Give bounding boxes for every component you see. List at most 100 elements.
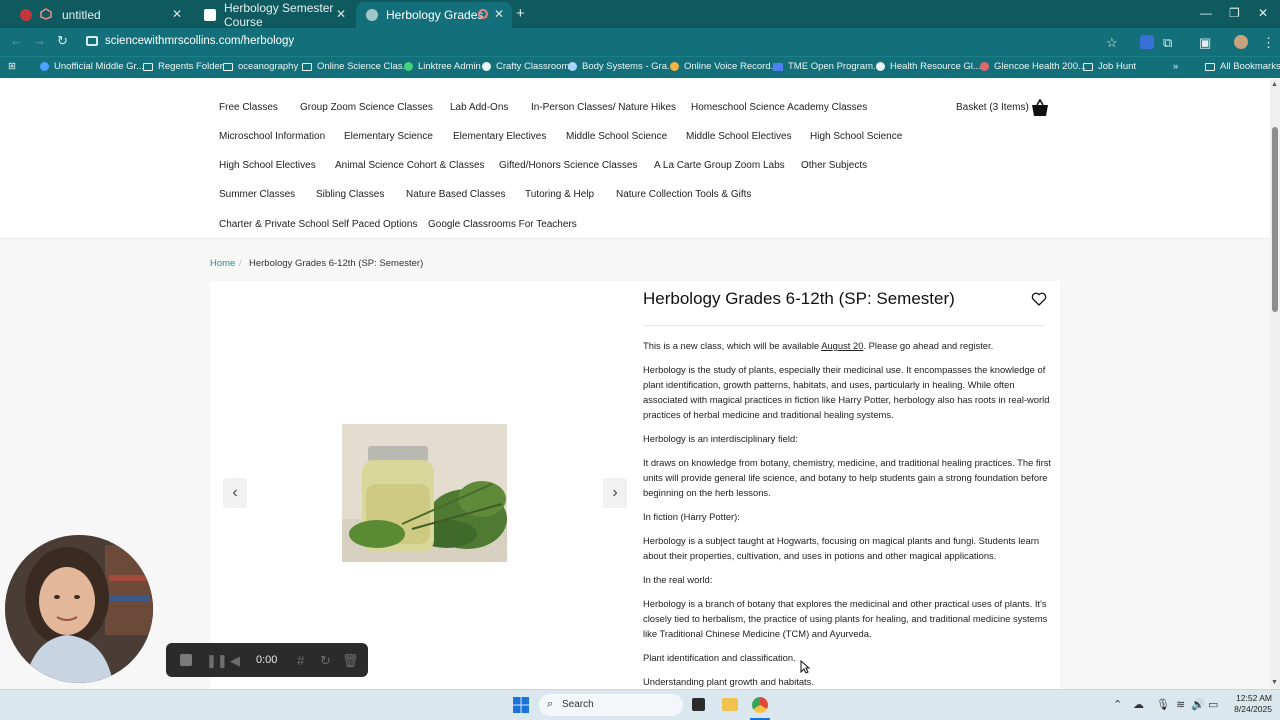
reload-icon[interactable]: ↻	[57, 33, 68, 49]
taskbar-search[interactable]: ⌕ Search	[539, 694, 683, 716]
profile-avatar-icon[interactable]	[1234, 35, 1248, 49]
basket-link[interactable]: Basket (3 Items)	[956, 102, 1029, 113]
browser-tab-bar: untitled ✕ Herbology Semester Course ✕ H…	[0, 0, 1280, 29]
nav-middle-school-electives[interactable]: Middle School Electives	[686, 131, 792, 142]
bookmark-folder[interactable]: oceanography	[223, 61, 298, 72]
windows-start-icon[interactable]	[513, 697, 529, 713]
breadcrumb-separator: /	[239, 258, 242, 269]
extensions-puzzle-icon[interactable]: ⧉	[1163, 35, 1172, 51]
back-icon[interactable]: ←	[10, 33, 23, 48]
bookmark-item[interactable]: Online Voice Record...	[670, 61, 779, 72]
site-navigation: Free Classes Group Zoom Science Classes …	[0, 79, 1270, 239]
nav-lab-addons[interactable]: Lab Add-Ons	[450, 102, 508, 113]
tab-herbology-grades[interactable]: Herbology Grades 6-12th (S ✕	[356, 2, 512, 28]
task-view-icon[interactable]	[692, 698, 705, 711]
address-bar[interactable]: sciencewithmrscollins.com/herbology	[80, 31, 1130, 53]
nav-google-classrooms[interactable]: Google Classrooms For Teachers	[428, 219, 577, 230]
nav-a-la-carte[interactable]: A La Carte Group Zoom Labs	[654, 160, 785, 171]
scroll-thumb[interactable]	[1272, 127, 1278, 312]
nav-group-zoom[interactable]: Group Zoom Science Classes	[300, 102, 433, 113]
file-explorer-icon[interactable]	[722, 698, 738, 711]
nav-elementary-electives[interactable]: Elementary Electives	[453, 131, 546, 142]
recording-timer: 0:00	[256, 654, 278, 666]
tab-close-icon[interactable]: ✕	[336, 7, 346, 21]
nav-other-subjects[interactable]: Other Subjects	[801, 160, 867, 171]
tray-overflow-icon[interactable]: ⌃	[1113, 698, 1122, 711]
menu-icon[interactable]: ⋮	[1262, 35, 1275, 51]
nav-gifted-honors[interactable]: Gifted/Honors Science Classes	[499, 160, 637, 171]
pause-icon[interactable]: ❚❚	[206, 653, 228, 669]
tab-herbology-semester-course[interactable]: Herbology Semester Course ✕	[194, 1, 354, 29]
draw-icon[interactable]: #	[297, 653, 304, 668]
nav-middle-school-science[interactable]: Middle School Science	[566, 131, 667, 142]
nav-summer-classes[interactable]: Summer Classes	[219, 189, 295, 200]
bookmark-folder[interactable]: Online Science Clas...	[302, 61, 410, 72]
restart-icon[interactable]: ↻	[320, 653, 331, 669]
nav-free-classes[interactable]: Free Classes	[219, 102, 278, 113]
more-bookmarks-icon[interactable]: »	[1173, 61, 1178, 72]
stop-icon[interactable]	[180, 654, 192, 666]
carousel-prev-button[interactable]: ‹	[223, 478, 247, 508]
windows-taskbar: ⌕ Search ⌃ ☁ 🎙 ≋ 🔊 ▭ 12:52 AM 8/24/2025	[0, 689, 1280, 720]
volume-icon[interactable]: 🔊	[1191, 698, 1205, 711]
apps-grid-icon[interactable]: ⊞	[8, 61, 16, 72]
microphone-icon[interactable]: 🎙	[1156, 698, 1170, 711]
bookmark-item[interactable]: Body Systems - Gra...	[568, 61, 675, 72]
rewind-icon[interactable]: ◀	[230, 653, 240, 669]
web-page: Free Classes Group Zoom Science Classes …	[0, 79, 1270, 689]
screen-recorder-bar: ❚❚ ◀ 0:00 # ↻ 🗑	[166, 643, 368, 677]
bookmark-item[interactable]: Glencoe Health 200...	[980, 61, 1086, 72]
minimize-icon[interactable]: —	[1200, 6, 1212, 20]
tab-title: Herbology Grades 6-12th (S	[386, 8, 486, 22]
nav-high-school-science[interactable]: High School Science	[810, 131, 902, 142]
carousel-next-button[interactable]: ›	[603, 478, 627, 508]
wishlist-heart-icon[interactable]	[1031, 291, 1047, 307]
product-paragraph: In fiction (Harry Potter):	[643, 511, 740, 522]
nav-charter-private[interactable]: Charter & Private School Self Paced Opti…	[219, 219, 417, 230]
restore-icon[interactable]: ❐	[1229, 6, 1240, 20]
tab-untitled[interactable]: untitled ✕	[10, 2, 190, 28]
bookmark-item[interactable]: Unofficial Middle Gr...	[40, 61, 144, 72]
bookmark-item[interactable]: TME Open Program...	[773, 61, 881, 72]
nav-high-school-electives[interactable]: High School Electives	[219, 160, 316, 171]
battery-icon[interactable]: ▭	[1208, 698, 1218, 711]
bookmark-item[interactable]: Health Resource Gl...	[876, 61, 981, 72]
bookmark-item[interactable]: Linktree Admin	[404, 61, 481, 72]
tab-close-icon[interactable]: ✕	[172, 7, 182, 21]
bookmark-folder[interactable]: Job Hunt	[1083, 61, 1136, 72]
nav-microschool[interactable]: Microschool Information	[219, 131, 325, 142]
tab-search-icon[interactable]: ▣	[1199, 35, 1211, 51]
page-scrollbar[interactable]: ▲ ▼	[1270, 79, 1280, 689]
webcam-presenter-image	[5, 535, 153, 683]
breadcrumb-current: Herbology Grades 6-12th (SP: Semester)	[249, 258, 424, 269]
extension-icon[interactable]	[1140, 35, 1154, 49]
scroll-up-icon[interactable]: ▲	[1271, 81, 1278, 88]
bookmark-item[interactable]: Crafty Classroom	[482, 61, 569, 72]
onedrive-icon[interactable]: ☁	[1133, 698, 1144, 711]
delete-icon[interactable]: 🗑	[342, 653, 359, 669]
site-info-icon[interactable]	[86, 36, 98, 46]
nav-animal-science[interactable]: Animal Science Cohort & Classes	[335, 160, 485, 171]
product-paragraph: In the real world:	[643, 574, 713, 585]
system-clock[interactable]: 12:52 AM 8/24/2025	[1222, 693, 1272, 715]
nav-tutoring[interactable]: Tutoring & Help	[525, 189, 594, 200]
breadcrumb-home[interactable]: Home	[210, 258, 235, 269]
chrome-icon[interactable]	[752, 697, 768, 713]
nav-nature-collection[interactable]: Nature Collection Tools & Gifts	[616, 189, 751, 200]
bookmark-star-icon[interactable]: ☆	[1106, 35, 1118, 51]
nav-nature-based[interactable]: Nature Based Classes	[406, 189, 506, 200]
new-tab-icon[interactable]: +	[516, 5, 525, 22]
nav-homeschool-academy[interactable]: Homeschool Science Academy Classes	[691, 102, 867, 113]
forward-icon[interactable]: →	[33, 33, 46, 48]
product-paragraph: Understanding plant growth and habitats.	[643, 676, 814, 687]
nav-in-person[interactable]: In-Person Classes/ Nature Hikes	[531, 102, 676, 113]
window-close-icon[interactable]: ✕	[1258, 6, 1268, 20]
tab-close-icon[interactable]: ✕	[494, 7, 504, 21]
nav-elementary-science[interactable]: Elementary Science	[344, 131, 433, 142]
nav-sibling-classes[interactable]: Sibling Classes	[316, 189, 384, 200]
bookmark-folder[interactable]: Regents Folder	[143, 61, 223, 72]
basket-icon[interactable]	[1031, 99, 1049, 117]
all-bookmarks-folder[interactable]: All Bookmarks	[1205, 61, 1280, 72]
scroll-down-icon[interactable]: ▼	[1271, 679, 1278, 686]
wifi-icon[interactable]: ≋	[1176, 698, 1185, 711]
